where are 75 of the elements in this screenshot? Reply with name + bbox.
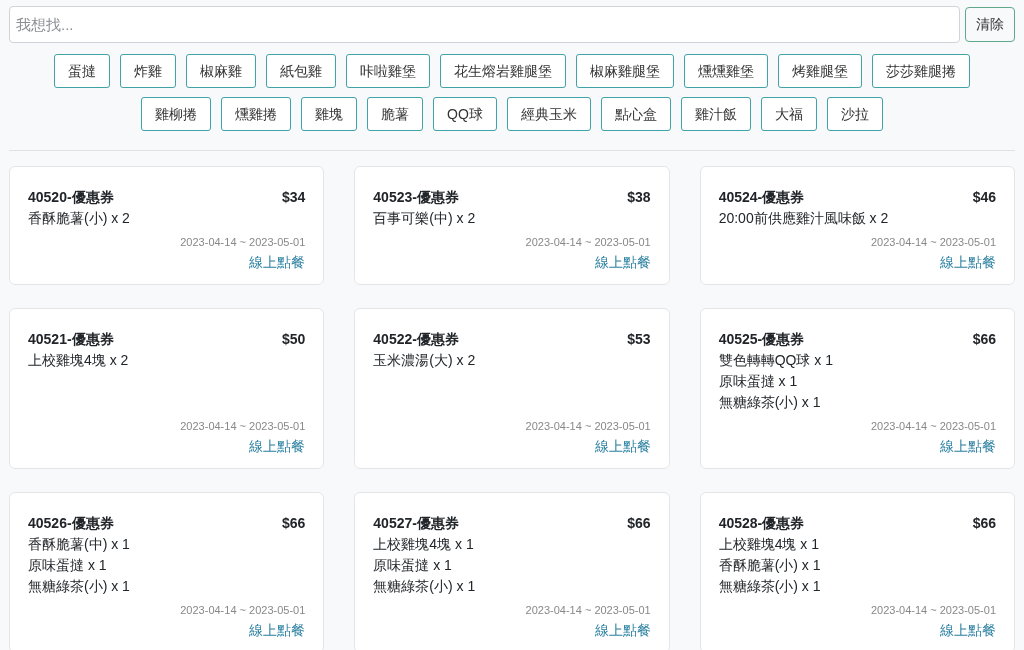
category-tag[interactable]: 大福 — [760, 97, 817, 131]
coupon-dates: 2023-04-14 ~ 2023-05-01 — [870, 419, 996, 434]
coupon-item: 無糖綠茶(小) x 1 — [373, 577, 477, 596]
coupon-item: 原味蛋撻 x 1 — [28, 556, 108, 575]
category-tag[interactable]: 咔啦雞堡 — [346, 54, 430, 88]
coupon-title: 40526-優惠券 — [28, 514, 114, 533]
category-tag[interactable]: 燻雞捲 — [221, 97, 292, 131]
category-tag[interactable]: 雞柳捲 — [141, 97, 212, 131]
category-tag[interactable]: 炸雞 — [120, 54, 176, 88]
category-tag[interactable]: 脆薯 — [367, 97, 424, 131]
category-tag[interactable]: 紙包雞 — [266, 54, 336, 88]
coupon-price: $53 — [627, 330, 651, 349]
coupon-item: 上校雞塊4塊 x 1 — [373, 535, 475, 554]
coupon-price: $66 — [627, 514, 651, 533]
coupon-dates: 2023-04-14 ~ 2023-05-01 — [180, 235, 306, 250]
category-tag[interactable]: 花生熔岩雞腿堡 — [440, 54, 566, 88]
coupon-item: 無糖綠茶(小) x 1 — [718, 393, 822, 412]
category-tag[interactable]: 燻燻雞堡 — [684, 54, 768, 88]
category-tag[interactable]: 烤雞腿堡 — [778, 54, 862, 88]
coupon-item: 香酥脆薯(小) x 1 — [718, 556, 822, 575]
category-tag[interactable]: 椒麻雞腿堡 — [576, 54, 674, 88]
category-tag[interactable]: 雞塊 — [301, 97, 358, 131]
coupon-item: 香酥脆薯(中) x 1 — [28, 535, 131, 554]
coupon-dates: 2023-04-14 ~ 2023-05-01 — [870, 235, 996, 250]
coupon-item: 無糖綠茶(小) x 1 — [718, 577, 822, 596]
coupon-item: 雙色轉轉QQ球 x 1 — [718, 351, 834, 370]
order-online-link[interactable]: 線上點餐 — [249, 251, 306, 273]
order-online-link[interactable]: 線上點餐 — [594, 435, 651, 457]
coupon-item: 玉米濃湯(大) x 2 — [373, 351, 477, 370]
coupon-title: 40527-優惠券 — [373, 514, 459, 533]
coupon-price: $46 — [972, 188, 996, 207]
coupon-title: 40521-優惠券 — [28, 330, 114, 349]
coupon-dates: 2023-04-14 ~ 2023-05-01 — [525, 419, 651, 434]
coupon-title: 40522-優惠券 — [373, 330, 459, 349]
category-tag[interactable]: 椒麻雞 — [186, 54, 256, 88]
coupon-title: 40524-優惠券 — [718, 188, 805, 207]
category-tag[interactable]: 莎莎雞腿捲 — [872, 54, 970, 88]
coupon-item: 香酥脆薯(小) x 2 — [28, 209, 131, 228]
order-online-link[interactable]: 線上點餐 — [940, 619, 996, 641]
coupon-title: 40525-優惠券 — [718, 330, 805, 349]
order-online-link[interactable]: 線上點餐 — [249, 619, 306, 641]
category-tag[interactable]: 蛋撻 — [54, 54, 110, 88]
coupon-price: $38 — [627, 188, 651, 207]
coupon-item: 百事可樂(中) x 2 — [373, 209, 477, 228]
coupon-item: 上校雞塊4塊 x 2 — [28, 351, 130, 370]
coupon-price: $66 — [281, 514, 306, 533]
coupon-dates: 2023-04-14 ~ 2023-05-01 — [525, 603, 651, 618]
category-tag[interactable]: 沙拉 — [826, 97, 883, 131]
order-online-link[interactable]: 線上點餐 — [594, 619, 651, 641]
coupon-price: $66 — [972, 514, 996, 533]
coupon-item: 無糖綠茶(小) x 1 — [28, 577, 131, 596]
category-tag[interactable]: 經典玉米 — [506, 97, 591, 131]
order-online-link[interactable]: 線上點餐 — [249, 435, 306, 457]
category-tag[interactable]: 點心盒 — [600, 97, 671, 131]
coupon-dates: 2023-04-14 ~ 2023-05-01 — [525, 235, 651, 250]
order-online-link[interactable]: 線上點餐 — [594, 251, 651, 273]
clear-button[interactable]: 清除 — [965, 7, 1015, 42]
coupon-dates: 2023-04-14 ~ 2023-05-01 — [870, 603, 996, 618]
search-field[interactable]: 我想找... — [9, 6, 960, 43]
coupon-title: 40520-優惠券 — [28, 188, 114, 207]
coupon-price: $34 — [281, 188, 306, 207]
coupon-title: 40523-優惠券 — [373, 188, 459, 207]
category-tag[interactable]: QQ球 — [433, 97, 497, 131]
category-tag[interactable]: 雞汁飯 — [680, 97, 751, 131]
order-online-link[interactable]: 線上點餐 — [940, 251, 996, 273]
coupon-item: 上校雞塊4塊 x 1 — [718, 535, 820, 554]
coupon-title: 40528-優惠券 — [718, 514, 805, 533]
coupon-price: $50 — [281, 330, 306, 349]
coupon-item: 20:00前供應雞汁風味飯 x 2 — [718, 209, 890, 228]
coupon-item: 原味蛋撻 x 1 — [718, 372, 799, 391]
coupon-dates: 2023-04-14 ~ 2023-05-01 — [180, 419, 306, 434]
order-online-link[interactable]: 線上點餐 — [940, 435, 996, 457]
coupon-item: 原味蛋撻 x 1 — [373, 556, 453, 575]
coupon-price: $66 — [972, 330, 996, 349]
coupon-dates: 2023-04-14 ~ 2023-05-01 — [180, 603, 306, 618]
